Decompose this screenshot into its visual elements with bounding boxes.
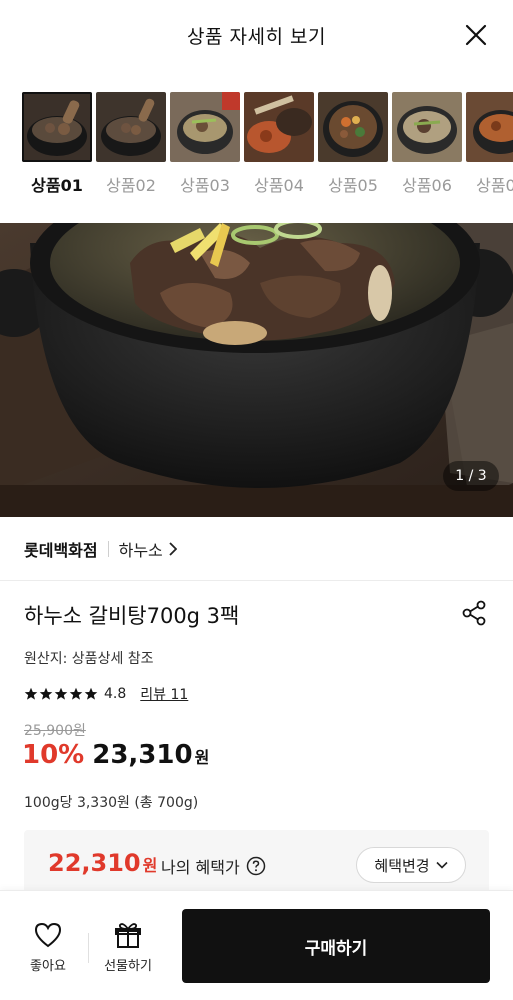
thumbnail-item[interactable]: 상품01	[22, 92, 92, 196]
rating-stars	[24, 687, 98, 701]
discount-rate: 10%	[22, 740, 85, 770]
currency-unit: 원	[194, 748, 210, 767]
thumbnail-label: 상품03	[180, 176, 230, 195]
help-icon[interactable]	[246, 856, 266, 876]
thumbnail-strip[interactable]: 상품01 상품02 상품03 상품04 상품05 상품06 상품07	[0, 92, 513, 202]
store-name: 롯데백화점	[24, 541, 98, 560]
benefit-label-row: 나의 혜택가	[161, 854, 266, 878]
thumbnail-image	[244, 92, 314, 162]
divider	[0, 580, 513, 581]
thumbnail-item[interactable]: 상품07	[466, 92, 513, 196]
thumbnail-label: 상품07	[476, 176, 513, 195]
top-header: 상품 자세히 보기	[0, 0, 513, 72]
thumbnail-image	[466, 92, 513, 162]
benefit-label: 나의 혜택가	[161, 858, 240, 877]
star-icon	[39, 687, 53, 700]
heart-icon	[34, 922, 62, 948]
thumbnail-image	[22, 92, 92, 162]
rating-row: 4.8 리뷰 11	[24, 684, 188, 704]
brand-name: 하누소	[118, 541, 163, 560]
benefit-price-value: 22,310	[48, 849, 141, 877]
unit-price: 100g당 3,330원 (총 700g)	[24, 795, 199, 811]
chevron-down-icon	[436, 861, 448, 869]
thumbnail-label: 상품01	[31, 176, 83, 195]
buy-button[interactable]: 구매하기	[182, 909, 490, 983]
thumbnail-item[interactable]: 상품03	[170, 92, 240, 196]
benefit-price: 22,310 원	[48, 849, 157, 877]
gift-icon	[115, 923, 141, 948]
star-icon	[69, 687, 83, 700]
chevron-right-icon	[169, 542, 177, 556]
thumbnail-item[interactable]: 상품02	[96, 92, 166, 196]
product-main-image[interactable]: 1 / 3	[0, 223, 513, 517]
currency-unit: 원	[142, 856, 158, 875]
benefit-change-button[interactable]: 혜택변경	[356, 847, 466, 883]
gift-label: 선물하기	[104, 959, 152, 974]
like-button[interactable]: 좋아요	[18, 921, 78, 974]
share-icon[interactable]	[461, 600, 487, 626]
thumbnail-label: 상품05	[328, 176, 378, 195]
like-label: 좋아요	[30, 959, 66, 974]
thumbnail-item[interactable]: 상품05	[318, 92, 388, 196]
thumbnail-image	[318, 92, 388, 162]
rating-value: 4.8	[104, 686, 127, 702]
original-price: 25,900원	[24, 723, 86, 739]
thumbnail-image	[96, 92, 166, 162]
thumbnail-item[interactable]: 상품04	[244, 92, 314, 196]
gift-button[interactable]: 선물하기	[98, 921, 158, 974]
brand-link[interactable]: 하누소	[119, 537, 177, 561]
thumbnail-item[interactable]: 상품06	[392, 92, 462, 196]
sale-price: 23,310	[92, 740, 193, 770]
origin-info: 원산지: 상품상세 참조	[24, 651, 154, 667]
product-name: 하누소 갈비탕700g 3팩	[24, 604, 240, 628]
close-icon[interactable]	[463, 22, 489, 48]
thumbnail-label: 상품02	[106, 176, 156, 195]
star-icon	[84, 687, 98, 700]
thumbnail-label: 상품04	[254, 176, 304, 195]
star-icon	[24, 687, 38, 700]
star-icon	[54, 687, 68, 700]
review-link[interactable]: 리뷰 11	[140, 684, 188, 704]
separator	[88, 933, 89, 963]
page-title: 상품 자세히 보기	[187, 26, 326, 48]
image-counter: 1 / 3	[443, 461, 499, 491]
thumbnail-image	[170, 92, 240, 162]
thumbnail-image	[392, 92, 462, 162]
thumbnail-label: 상품06	[402, 176, 452, 195]
benefit-change-label: 혜택변경	[374, 856, 430, 875]
separator	[107, 541, 109, 557]
price-row: 10% 23,310 원	[22, 740, 209, 770]
store-row: 롯데백화점 하누소	[24, 537, 177, 561]
bottom-action-bar: 좋아요 선물하기 구매하기	[0, 890, 513, 1000]
